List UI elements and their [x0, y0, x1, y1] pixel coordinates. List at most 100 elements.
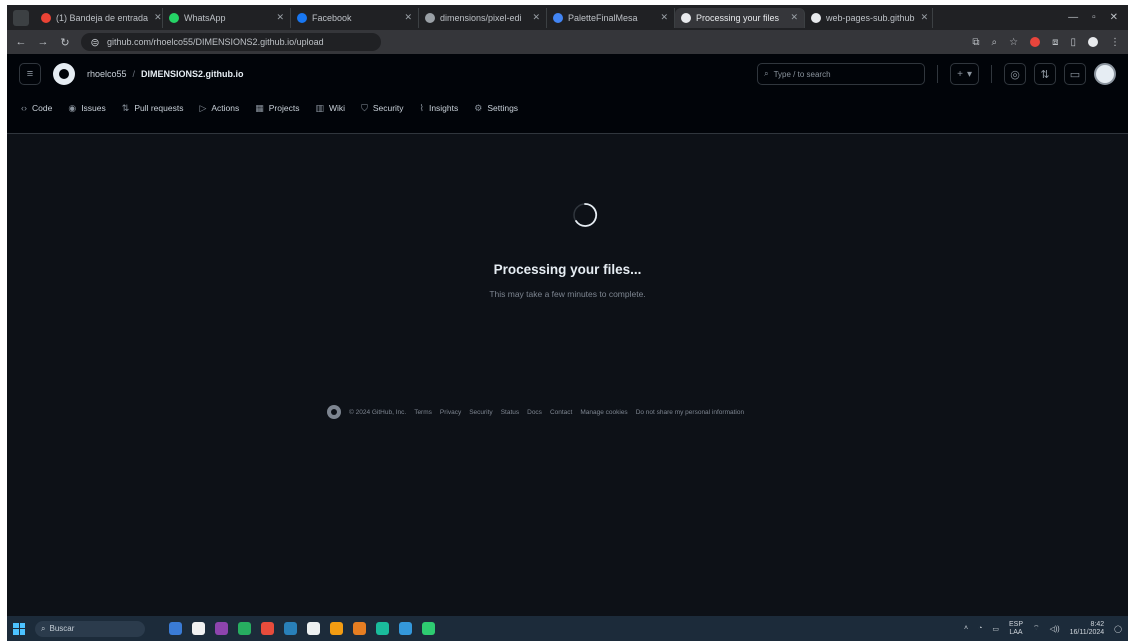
windows-taskbar: ⌕ Buscar ˄ ◔ ▭ ESP LAA ⌔ ◁)) 8:42 16/11/… — [7, 616, 1128, 641]
chevron-down-icon: ▾ — [966, 68, 972, 80]
sidebar-icon[interactable]: ▯ — [1070, 37, 1076, 48]
inbox-icon: ▭ — [1069, 68, 1081, 81]
github-footer-logo-icon[interactable] — [327, 405, 341, 419]
repo-name-link[interactable]: DIMENSIONS2.github.io — [141, 69, 244, 79]
footer-link[interactable]: Status — [501, 409, 519, 416]
tab-close-icon[interactable]: ✕ — [784, 12, 798, 23]
tab-favicon-icon — [425, 12, 435, 23]
tab-actions[interactable]: ▷ Actions — [199, 103, 239, 114]
browser-tab[interactable]: Facebook ✕ — [291, 7, 419, 28]
window-controls: — ▫ ✕ — [1068, 12, 1128, 23]
footer-link[interactable]: Docs — [527, 409, 542, 416]
taskbar-app-icon[interactable] — [330, 622, 343, 635]
profile-icon[interactable] — [1088, 37, 1098, 47]
tab-code[interactable]: ‹› Code — [21, 103, 52, 113]
nav-label: Insights — [428, 103, 459, 113]
tab-close-icon[interactable]: ✕ — [654, 12, 668, 23]
reload-icon[interactable]: ↻ — [59, 36, 71, 49]
tab-label: web-pages-sub.github — [826, 12, 915, 23]
inbox-button[interactable]: ▭ — [1064, 63, 1086, 85]
volume-icon[interactable]: ◁)) — [1050, 625, 1060, 633]
network-icon[interactable]: ◔ — [978, 625, 982, 632]
issues-button[interactable]: ◎ — [1004, 63, 1026, 85]
site-info-icon[interactable]: ⊜ — [89, 36, 101, 49]
maximize-icon[interactable]: ▫ — [1092, 12, 1096, 23]
tab-close-icon[interactable]: ✕ — [270, 12, 284, 23]
wifi-icon[interactable]: ⌔ — [1033, 624, 1040, 633]
github-header: ≡ rhoelco55 / DIMENSIONS2.github.io ⌕ Ty… — [7, 54, 1128, 134]
zoom-icon[interactable]: ⌕ — [992, 37, 998, 48]
tab-pull-requests[interactable]: ⇅ Pull requests — [122, 103, 184, 114]
github-logo-icon[interactable] — [53, 63, 75, 85]
repo-owner-link[interactable]: rhoelco55 — [87, 69, 127, 79]
taskbar-app-icon[interactable] — [376, 622, 389, 635]
notifications-icon[interactable]: ◯ — [1114, 625, 1122, 633]
clock[interactable]: 8:42 16/11/2024 — [1070, 621, 1105, 637]
browser-tab[interactable]: PaletteFinalMesa ✕ — [547, 7, 675, 28]
tab-issues[interactable]: ◉ Issues — [68, 103, 105, 114]
tab-label: PaletteFinalMesa — [568, 12, 638, 23]
tab-close-icon[interactable]: ✕ — [148, 12, 162, 23]
taskbar-app-icon[interactable] — [192, 622, 205, 635]
taskbar-app-icon[interactable] — [215, 622, 228, 635]
taskbar-app-icon[interactable] — [261, 622, 274, 635]
system-tray: ˄ ◔ ▭ ESP LAA ⌔ ◁)) 8:42 16/11/2024 ◯ — [964, 621, 1122, 637]
divider — [937, 65, 939, 83]
url-input[interactable]: ⊜ github.com/rhoelco55/DIMENSIONS2.githu… — [81, 33, 381, 51]
hamburger-menu-button[interactable]: ≡ — [19, 63, 41, 85]
extensions-puzzle-icon[interactable]: ⧈ — [1052, 37, 1058, 48]
close-icon[interactable]: ✕ — [1110, 12, 1118, 23]
search-input[interactable]: ⌕ Type / to search — [757, 63, 926, 85]
tab-close-icon[interactable]: ✕ — [526, 12, 540, 23]
footer-link[interactable]: Privacy — [440, 409, 461, 416]
windows-start-icon[interactable] — [13, 622, 25, 635]
tab-search-button[interactable] — [13, 9, 29, 26]
language-indicator[interactable]: ESP LAA — [1009, 621, 1023, 637]
avatar[interactable] — [1094, 63, 1116, 85]
footer-link[interactable]: Do not share my personal information — [636, 409, 744, 416]
tab-security[interactable]: ⛉ Security — [361, 103, 403, 114]
actions-icon: ▷ — [199, 102, 207, 113]
browser-tab[interactable]: WhatsApp ✕ — [163, 7, 291, 28]
footer-link[interactable]: Security — [469, 409, 492, 416]
taskbar-app-icon[interactable] — [422, 622, 435, 635]
battery-icon[interactable]: ▭ — [992, 625, 999, 633]
tab-favicon-icon — [811, 12, 821, 23]
tab-wiki[interactable]: ▥ Wiki — [315, 103, 345, 114]
breadcrumb: rhoelco55 / DIMENSIONS2.github.io — [87, 69, 244, 79]
menu-kebab-icon[interactable]: ⋮ — [1110, 37, 1120, 48]
browser-tab[interactable]: (1) Bandeja de entrada ✕ — [35, 7, 163, 28]
nav-label: Issues — [81, 103, 106, 113]
taskbar-app-icon[interactable] — [307, 622, 320, 635]
taskbar-app-icon[interactable] — [169, 622, 182, 635]
browser-tab[interactable]: Processing your files ✕ — [675, 7, 805, 28]
create-new-button[interactable]: + ▾ — [950, 63, 979, 85]
browser-tab[interactable]: dimensions/pixel-edi ✕ — [419, 7, 547, 28]
taskbar-search-input[interactable]: ⌕ Buscar — [35, 620, 145, 637]
taskbar-app-icon[interactable] — [284, 622, 297, 635]
tab-favicon-icon — [169, 12, 179, 23]
pull-requests-button[interactable]: ⇅ — [1034, 63, 1056, 85]
footer-link[interactable]: Manage cookies — [580, 409, 627, 416]
cast-icon[interactable]: ⧉ — [972, 37, 979, 48]
minimize-icon[interactable]: — — [1068, 12, 1078, 23]
footer-link[interactable]: Terms — [414, 409, 432, 416]
chevron-up-icon[interactable]: ˄ — [964, 625, 968, 632]
browser-tab[interactable]: web-pages-sub.github ✕ — [805, 7, 933, 28]
tab-close-icon[interactable]: ✕ — [915, 12, 929, 23]
tab-insights[interactable]: ⌇ Insights — [420, 103, 459, 114]
back-icon[interactable]: ← — [15, 36, 27, 48]
nav-label: Settings — [487, 103, 519, 113]
tab-projects[interactable]: ▦ Projects — [255, 103, 299, 114]
taskbar-app-icon[interactable] — [399, 622, 412, 635]
taskbar-app-icon[interactable] — [353, 622, 366, 635]
tab-settings[interactable]: ⚙ Settings — [474, 103, 518, 114]
tab-close-icon[interactable]: ✕ — [398, 12, 412, 23]
bookmark-star-icon[interactable]: ☆ — [1009, 37, 1018, 48]
tab-strip: (1) Bandeja de entrada ✕ WhatsApp ✕ Facebook… — [7, 5, 1128, 30]
extension-icon[interactable] — [1030, 37, 1041, 47]
footer-link[interactable]: Contact — [550, 409, 572, 416]
forward-icon[interactable]: → — [37, 36, 49, 48]
taskbar-app-icon[interactable] — [238, 622, 251, 635]
loading-spinner-icon — [573, 203, 598, 227]
